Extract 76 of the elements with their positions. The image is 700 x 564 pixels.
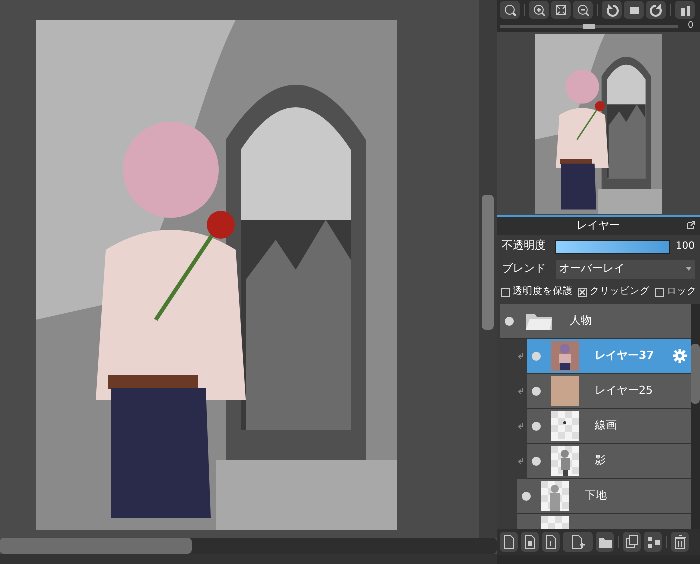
duplicate-layer-button[interactable] bbox=[623, 532, 641, 552]
add-layer-icon bbox=[570, 534, 586, 550]
fullscreen-button[interactable] bbox=[624, 1, 644, 19]
visibility-toggle[interactable] bbox=[532, 386, 541, 396]
layer-name: 人物 bbox=[569, 312, 593, 329]
layer-scrollbar[interactable] bbox=[691, 304, 700, 529]
rotate-right-icon bbox=[648, 2, 664, 18]
merge-layer-icon bbox=[646, 534, 660, 550]
layer-thumbnail bbox=[551, 376, 579, 406]
clip-arrow-icon bbox=[518, 458, 525, 465]
new-layer-icon bbox=[502, 534, 516, 550]
layer-row[interactable]: レイヤー25 bbox=[527, 374, 691, 409]
layer-row[interactable]: 人物 bbox=[500, 304, 691, 339]
visibility-toggle[interactable] bbox=[532, 352, 541, 360]
rotate-left-icon bbox=[604, 2, 620, 18]
visibility-toggle[interactable] bbox=[532, 456, 541, 466]
visibility-toggle[interactable] bbox=[522, 492, 531, 500]
checkbox[interactable] bbox=[578, 288, 587, 296]
delete-layer-icon bbox=[672, 534, 688, 550]
vertical-scrollbar[interactable] bbox=[479, 0, 497, 538]
rotate-left-button[interactable] bbox=[602, 1, 622, 19]
rotate-right-button[interactable] bbox=[646, 1, 666, 19]
flip-button[interactable] bbox=[675, 1, 695, 19]
duplicate-layer-icon bbox=[624, 534, 640, 550]
caret-icon bbox=[686, 267, 692, 271]
layer-name: 下地 bbox=[584, 488, 608, 504]
layer-row[interactable]: 下地 bbox=[517, 479, 691, 514]
zoom-out-button[interactable] bbox=[573, 1, 593, 19]
layer-row[interactable]: 線画 bbox=[527, 409, 691, 444]
horizontal-scrollbar[interactable] bbox=[0, 538, 497, 554]
opacity-label: 不透明度 bbox=[502, 238, 547, 254]
new-layer-1bit-icon bbox=[544, 534, 558, 550]
visibility-toggle[interactable] bbox=[505, 316, 514, 326]
zoom-value: 0 bbox=[688, 22, 694, 30]
layer-thumbnail bbox=[551, 411, 579, 441]
blend-dropdown[interactable]: オーバーレイ bbox=[556, 260, 695, 278]
new-layer-8bit-button[interactable] bbox=[521, 532, 539, 552]
fit-icon bbox=[554, 2, 568, 18]
fit-button[interactable] bbox=[551, 1, 571, 19]
zoom-in-button[interactable] bbox=[529, 1, 549, 19]
zoom-slider[interactable] bbox=[500, 24, 678, 28]
layer-thumbnail bbox=[541, 481, 569, 511]
opacity-slider[interactable] bbox=[554, 240, 670, 254]
zoom-reset-button[interactable] bbox=[500, 1, 520, 19]
zoom-reset-icon bbox=[502, 2, 518, 18]
checkbox-label: クリッピング bbox=[590, 284, 650, 299]
zoom-out-icon bbox=[576, 2, 590, 18]
visibility-toggle[interactable] bbox=[532, 422, 541, 430]
opacity-value: 100 bbox=[676, 240, 695, 254]
layer-thumbnail bbox=[551, 446, 579, 476]
layer-name: レイヤー25 bbox=[594, 382, 654, 399]
checkbox[interactable] bbox=[655, 288, 664, 296]
checkbox-label: 透明度を保護 bbox=[513, 284, 573, 299]
layer-name: 影 bbox=[594, 452, 607, 469]
blend-label: ブレンド bbox=[502, 260, 547, 277]
clip-arrow-icon bbox=[518, 423, 525, 430]
new-layer-1bit-button[interactable] bbox=[542, 532, 560, 552]
checkbox[interactable] bbox=[501, 288, 510, 296]
layer-name: 線画 bbox=[594, 418, 618, 434]
new-folder-button[interactable] bbox=[596, 532, 614, 552]
new-layer-8bit-icon bbox=[522, 534, 538, 550]
zoom-in-icon bbox=[532, 2, 546, 18]
layer-thumbnail bbox=[551, 341, 579, 371]
layer-name: レイヤー37 bbox=[594, 348, 656, 364]
panel-title: レイヤー bbox=[576, 218, 620, 234]
clip-arrow-icon bbox=[518, 353, 525, 360]
add-layer-button[interactable] bbox=[563, 532, 593, 552]
clip-arrow-icon bbox=[518, 388, 525, 395]
settings-icon[interactable] bbox=[673, 349, 687, 363]
merge-layer-button[interactable] bbox=[644, 532, 662, 552]
detach-icon[interactable] bbox=[687, 221, 696, 230]
delete-layer-button[interactable] bbox=[671, 532, 689, 552]
layer-row[interactable]: 影 bbox=[527, 444, 691, 479]
checkbox-label: ロック bbox=[667, 284, 697, 299]
new-layer-button[interactable] bbox=[500, 532, 518, 552]
folder-icon bbox=[524, 311, 554, 331]
